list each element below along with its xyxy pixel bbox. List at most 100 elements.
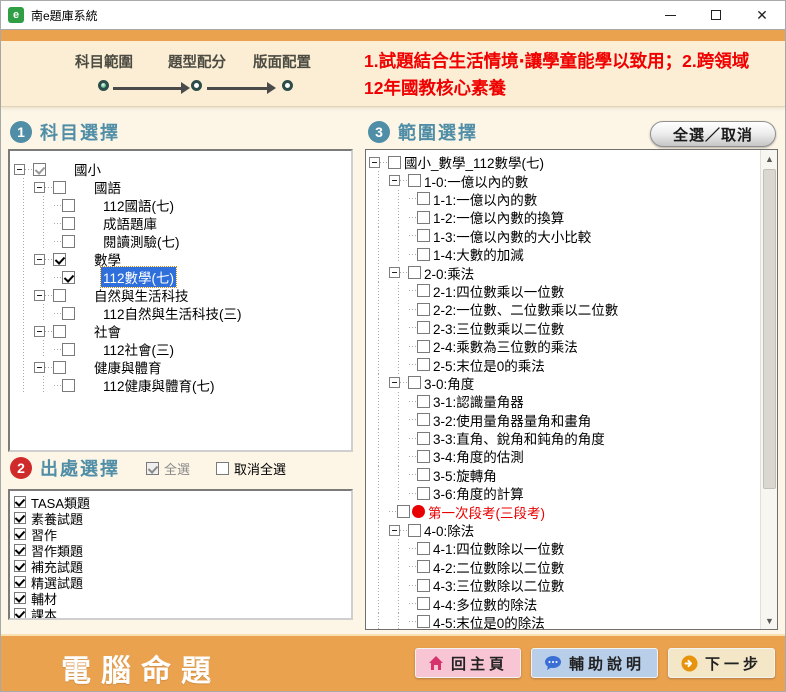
tree-item-label[interactable]: 2-3:三位數乘以二位數 bbox=[431, 318, 566, 338]
tree-item-label[interactable]: 健康與體育 bbox=[92, 357, 164, 377]
tree-item-label[interactable]: 4-1:四位數除以一位數 bbox=[431, 538, 566, 558]
tree-item-label[interactable]: 112健康與體育(七) bbox=[101, 375, 217, 395]
tree-item[interactable]: 2-3:三位數乘以二位數 bbox=[369, 319, 777, 337]
checkbox[interactable] bbox=[62, 235, 75, 248]
tree-item[interactable]: 2-2:一位數、二位數乘以二位數 bbox=[369, 300, 777, 318]
tree-item[interactable]: 4-3:三位數除以二位數 bbox=[369, 576, 777, 594]
checkbox[interactable] bbox=[53, 253, 66, 266]
checkbox[interactable] bbox=[408, 266, 421, 279]
checkbox[interactable] bbox=[417, 597, 430, 610]
tree-item[interactable]: 1-3:一億以內數的大小比較 bbox=[369, 227, 777, 245]
scroll-up-icon[interactable]: ▲ bbox=[761, 150, 778, 167]
collapse-icon[interactable] bbox=[389, 175, 400, 186]
tree-item-label[interactable]: 4-0:除法 bbox=[422, 520, 476, 540]
tree-item[interactable]: 2-1:四位數乘以一位數 bbox=[369, 282, 777, 300]
checkbox[interactable] bbox=[62, 199, 75, 212]
tree-item[interactable]: 1-0:一億以內的數 bbox=[369, 171, 777, 189]
tree-item[interactable]: 4-5:末位是0的除法 bbox=[369, 613, 777, 630]
checkbox[interactable] bbox=[14, 576, 26, 588]
tree-item-label[interactable]: 112自然與生活科技(三) bbox=[101, 303, 244, 323]
tree-item-label[interactable]: 閱讀測驗(七) bbox=[101, 231, 182, 251]
tree-item[interactable]: 112國語(七) bbox=[14, 196, 351, 214]
tree-item[interactable]: 數學 bbox=[14, 250, 351, 268]
checkbox[interactable] bbox=[397, 505, 410, 518]
checkbox[interactable] bbox=[408, 376, 421, 389]
scroll-down-icon[interactable]: ▼ bbox=[761, 612, 778, 629]
tree-item-label[interactable]: 112社會(三) bbox=[101, 339, 176, 359]
tree-item[interactable]: 國語 bbox=[14, 178, 351, 196]
collapse-icon[interactable] bbox=[34, 290, 45, 301]
checkbox[interactable] bbox=[417, 395, 430, 408]
tree-item[interactable]: 第一次段考(三段考) bbox=[369, 502, 777, 520]
tree-item[interactable]: 3-3:直角、銳角和鈍角的角度 bbox=[369, 429, 777, 447]
tree-item-label[interactable]: 3-3:直角、銳角和鈍角的角度 bbox=[431, 428, 607, 448]
tree-item[interactable]: 3-6:角度的計算 bbox=[369, 484, 777, 502]
collapse-icon[interactable] bbox=[389, 377, 400, 388]
tree-item[interactable]: 1-2:一億以內數的換算 bbox=[369, 208, 777, 226]
checkbox[interactable] bbox=[14, 528, 26, 540]
checkbox[interactable] bbox=[14, 496, 26, 508]
select-all-control[interactable]: 全選 bbox=[146, 459, 190, 478]
tree-item[interactable]: 閱讀測驗(七) bbox=[14, 232, 351, 250]
tree-item-label[interactable]: 4-2:二位數除以二位數 bbox=[431, 557, 566, 577]
tree-item[interactable]: 4-0:除法 bbox=[369, 521, 777, 539]
checkbox[interactable] bbox=[417, 468, 430, 481]
collapse-icon[interactable] bbox=[14, 164, 25, 175]
tree-item-label[interactable]: 4-3:三位數除以二位數 bbox=[431, 575, 566, 595]
checkbox[interactable] bbox=[417, 413, 430, 426]
tree-item-label[interactable]: 1-2:一億以內數的換算 bbox=[431, 207, 566, 227]
collapse-icon[interactable] bbox=[34, 182, 45, 193]
tree-item-label[interactable]: 4-5:末位是0的除法 bbox=[431, 612, 547, 630]
checkbox[interactable] bbox=[33, 163, 46, 176]
checkbox[interactable] bbox=[417, 303, 430, 316]
select-toggle-button[interactable]: 全選／取消 bbox=[650, 121, 776, 147]
checkbox[interactable] bbox=[14, 512, 26, 524]
tree-item[interactable]: 2-4:乘數為三位數的乘法 bbox=[369, 337, 777, 355]
collapse-icon[interactable] bbox=[369, 157, 380, 168]
tree-item-label[interactable]: 1-1:一億以內的數 bbox=[431, 189, 539, 209]
tree-item-label[interactable]: 1-3:一億以內數的大小比較 bbox=[431, 226, 593, 246]
checkbox[interactable] bbox=[14, 608, 26, 620]
collapse-icon[interactable] bbox=[34, 326, 45, 337]
checkbox[interactable] bbox=[417, 358, 430, 371]
checkbox[interactable] bbox=[53, 361, 66, 374]
tree-item-label[interactable]: 數學 bbox=[92, 249, 123, 269]
tree-item[interactable]: 成語題庫 bbox=[14, 214, 351, 232]
checkbox[interactable] bbox=[14, 592, 26, 604]
tree-item-label[interactable]: 112國語(七) bbox=[101, 195, 176, 215]
tree-item-label[interactable]: 1-0:一億以內的數 bbox=[422, 171, 530, 191]
tree-item-label[interactable]: 2-5:末位是0的乘法 bbox=[431, 355, 547, 375]
checkbox[interactable] bbox=[14, 544, 26, 556]
checkbox[interactable] bbox=[417, 192, 430, 205]
checkbox[interactable] bbox=[62, 307, 75, 320]
scrollbar-thumb[interactable] bbox=[763, 169, 776, 489]
checkbox[interactable] bbox=[417, 487, 430, 500]
help-button[interactable]: 輔助說明 bbox=[531, 648, 658, 678]
source-list-item[interactable]: 素養試題 bbox=[10, 510, 351, 526]
tree-item[interactable]: 4-4:多位數的除法 bbox=[369, 594, 777, 612]
tree-item-label[interactable]: 成語題庫 bbox=[101, 213, 159, 233]
checkbox[interactable] bbox=[62, 343, 75, 356]
home-button[interactable]: 回主頁 bbox=[415, 648, 521, 678]
tree-item[interactable]: 健康與體育 bbox=[14, 358, 351, 376]
checkbox[interactable] bbox=[408, 524, 421, 537]
tree-item[interactable]: 3-0:角度 bbox=[369, 374, 777, 392]
tree-item-label[interactable]: 3-0:角度 bbox=[422, 373, 476, 393]
tree-item-label[interactable]: 3-2:使用量角器量角和畫角 bbox=[431, 410, 593, 430]
tree-item-label[interactable]: 112數學(七) bbox=[101, 267, 176, 287]
step-circle-2[interactable] bbox=[191, 80, 202, 91]
tree-item[interactable]: 2-5:末位是0的乘法 bbox=[369, 355, 777, 373]
collapse-icon[interactable] bbox=[34, 362, 45, 373]
tree-item-label[interactable]: 社會 bbox=[92, 321, 123, 341]
checkbox[interactable] bbox=[62, 379, 75, 392]
checkbox[interactable] bbox=[417, 211, 430, 224]
tree-item-label[interactable]: 3-1:認識量角器 bbox=[431, 391, 526, 411]
tree-item-label[interactable]: 3-4:角度的估測 bbox=[431, 446, 526, 466]
tree-item[interactable]: 3-5:旋轉角 bbox=[369, 466, 777, 484]
checkbox[interactable] bbox=[417, 248, 430, 261]
tree-item[interactable]: 112社會(三) bbox=[14, 340, 351, 358]
checkbox[interactable] bbox=[408, 174, 421, 187]
checkbox[interactable] bbox=[417, 229, 430, 242]
tree-item-label[interactable]: 2-2:一位數、二位數乘以二位數 bbox=[431, 299, 620, 319]
step-circle-3[interactable] bbox=[282, 80, 293, 91]
